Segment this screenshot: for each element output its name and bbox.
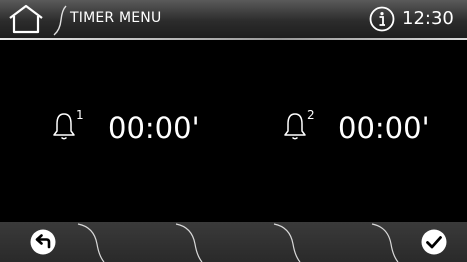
- timer-1-bell: 1: [52, 108, 84, 144]
- timer-2-number: 2: [307, 108, 315, 122]
- timer-2-value: 00:00': [338, 111, 430, 145]
- bell-icon: [53, 113, 75, 140]
- bell-icon: [284, 113, 306, 140]
- info-icon: [369, 6, 395, 32]
- back-button[interactable]: [30, 229, 56, 255]
- home-icon: [9, 4, 43, 34]
- home-button[interactable]: [6, 3, 46, 35]
- clock-time: 12:30: [402, 8, 454, 29]
- breadcrumb-separator: [53, 5, 67, 36]
- timer-2-bell: 2: [283, 108, 315, 144]
- timer-2[interactable]: 2 00:00': [283, 108, 430, 148]
- timer-1-number: 1: [76, 108, 84, 122]
- info-button[interactable]: [369, 6, 395, 32]
- bottom-slot-2[interactable]: [104, 222, 202, 262]
- bottom-slot-4[interactable]: [300, 222, 398, 262]
- timer-1-value: 00:00': [108, 111, 200, 145]
- bottom-slot-3[interactable]: [202, 222, 300, 262]
- page-title: TIMER MENU: [70, 10, 162, 26]
- checkmark-icon: [421, 229, 447, 255]
- header-divider: [0, 38, 467, 40]
- confirm-button[interactable]: [421, 229, 447, 255]
- back-arrow-icon: [30, 229, 56, 255]
- timer-1[interactable]: 1 00:00': [52, 108, 200, 148]
- timer-menu-screen: TIMER MENU 12:30 1 00:00' 2 00:00': [0, 0, 467, 262]
